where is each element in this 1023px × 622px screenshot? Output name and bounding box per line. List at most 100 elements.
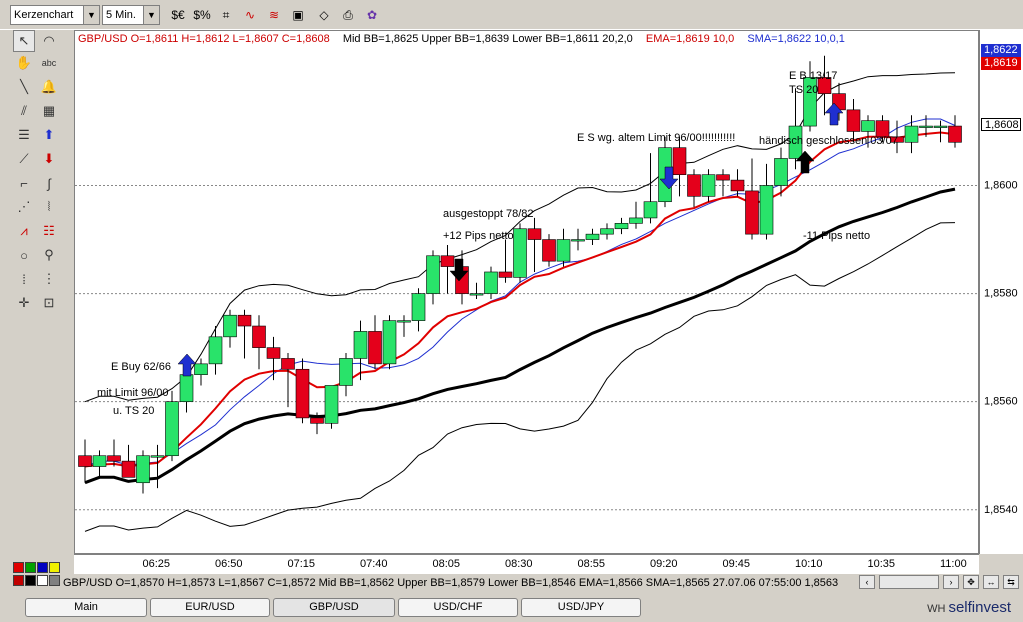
tab-usdjpy[interactable]: USD/JPY [521, 598, 641, 617]
calculator-icon[interactable]: ▦ [38, 100, 60, 122]
layout-icon[interactable]: ◇ [314, 5, 334, 25]
candle-body [368, 331, 382, 365]
color-blue[interactable] [37, 562, 48, 573]
scroll-left-icon[interactable]: ‹ [859, 575, 875, 589]
cursor-icon[interactable]: ↖ [13, 30, 35, 52]
fan-icon[interactable]: ⟋ [13, 148, 35, 170]
circle-icon[interactable]: ○ [13, 244, 35, 266]
candle-body [527, 228, 542, 240]
chevron-down-icon[interactable]: ▼ [143, 6, 159, 24]
chart-type-value: Kerzenchart [14, 9, 74, 21]
print-icon[interactable]: ⎙ [338, 5, 358, 25]
candle-body [179, 374, 194, 402]
status-controls: ‹ › ✥ ↔ ⇆ [859, 575, 1019, 589]
color-rect-icon[interactable]: ☷ [38, 220, 60, 242]
color-darkred[interactable] [13, 575, 24, 586]
tab-usdchf[interactable]: USD/CHF [398, 598, 518, 617]
color-line-icon[interactable]: ⩘ [13, 220, 35, 242]
candle-body [382, 320, 397, 365]
sell-arrow-icon[interactable]: ⬇ [38, 148, 60, 170]
brand-name: selfinvest [948, 599, 1011, 616]
time-tick-label: 10:35 [867, 558, 896, 570]
annotation-pips-loss: -11 Pips netto [803, 230, 870, 242]
zoom-area-icon[interactable]: ⊡ [38, 292, 60, 314]
color-red[interactable] [13, 562, 24, 573]
color-gray[interactable] [49, 575, 60, 586]
candle-body [585, 233, 600, 240]
color-yellow[interactable] [49, 562, 60, 573]
candle-body [136, 455, 150, 484]
price-tick-label: 1,8540 [984, 504, 1018, 516]
time-tick-label: 11:00 [940, 558, 967, 570]
shrink-icon[interactable]: ⇆ [1003, 575, 1019, 589]
candle-body [904, 125, 919, 143]
settings-icon[interactable]: ✿ [362, 5, 382, 25]
candle-body [745, 190, 759, 235]
color-green[interactable] [25, 562, 36, 573]
annotation-manual-close: händisch geschlossen 03/07 [759, 135, 898, 147]
step-icon[interactable]: ⌐ [13, 172, 35, 194]
magnifier-icon[interactable]: ⚲ [38, 244, 60, 266]
currency-icon[interactable]: $€ [168, 5, 188, 25]
cycle-icon[interactable]: ⦚ [38, 196, 60, 218]
annotation-stopped-out: ausgestoppt 78/82 [443, 208, 534, 220]
time-tick-label: 08:05 [432, 558, 461, 570]
currency-percent-icon[interactable]: $% [192, 5, 212, 25]
grid-icon[interactable]: ⌗ [216, 5, 236, 25]
chart-panel[interactable]: GBP/USD O=1,8611 H=1,8612 L=1,8607 C=1,8… [74, 30, 979, 554]
candle-body [614, 223, 629, 230]
zoom-icon[interactable]: ◠ [38, 30, 60, 52]
candle-body [121, 460, 136, 478]
move-icon[interactable]: ✥ [963, 575, 979, 589]
chevron-down-icon[interactable]: ▼ [83, 6, 99, 24]
annotation-buy-entry: E Buy 62/66 [111, 361, 171, 373]
annotation-buy-ts: u. TS 20 [113, 405, 154, 417]
candle-body [687, 174, 701, 197]
scrollbar[interactable] [879, 575, 939, 589]
sma-line [84, 118, 956, 467]
candle-body [411, 293, 426, 321]
candle-body [513, 228, 527, 278]
interval-select[interactable]: 5 Min. ▼ [102, 5, 160, 25]
tab-main[interactable]: Main [25, 598, 147, 617]
trendline-icon[interactable]: ╲ [13, 76, 35, 98]
scroll-right-icon[interactable]: › [943, 575, 959, 589]
status-readout: GBP/USD O=1,8570 H=1,8573 L=1,8567 C=1,8… [63, 577, 839, 589]
wave-icon[interactable]: ∫ [38, 172, 60, 194]
line-chart-icon[interactable]: ≋ [264, 5, 284, 25]
candle-body [397, 320, 411, 323]
hand-icon[interactable]: ✋ [13, 52, 35, 74]
fibonacci-icon[interactable]: ☰ [13, 124, 35, 146]
candle-body [556, 239, 571, 262]
candle-body [600, 228, 614, 235]
color-black[interactable] [25, 575, 36, 586]
annotation-sell-entry: E S wg. altem Limit 96/00!!!!!!!!!!! [577, 132, 735, 144]
candle-body [310, 417, 324, 424]
candlestick-chart: E Buy 62/66 mit Limit 96/00 u. TS 20 ausges… [75, 55, 978, 532]
gann-icon[interactable]: ⋰ [13, 196, 35, 218]
buy-arrow-icon[interactable]: ⬆ [38, 124, 60, 146]
candle-body [92, 455, 107, 467]
alarm-icon[interactable]: 🔔 [38, 76, 60, 98]
chart-window-icon[interactable]: ▣ [288, 5, 308, 25]
price-tick-label: 1,8600 [984, 180, 1018, 192]
color-white[interactable] [37, 575, 48, 586]
candle-body [266, 347, 281, 359]
crosshair-icon[interactable]: ✛ [13, 292, 35, 314]
candle-body [78, 455, 92, 467]
vertical-line-icon[interactable]: ⋮ [38, 268, 60, 290]
time-tick-label: 06:25 [142, 558, 171, 570]
price-axis: 1,8540 1,8560 1,8580 1,8600 1,8622 1,8619 1… [979, 30, 1023, 554]
dotted-grid-icon[interactable]: ⁞ [13, 268, 35, 290]
time-tick-label: 10:10 [795, 558, 823, 570]
chart-type-select[interactable]: Kerzenchart ▼ [10, 5, 100, 25]
tab-gbpusd[interactable]: GBP/USD [273, 598, 395, 617]
tab-eurusd[interactable]: EUR/USD [150, 598, 270, 617]
ema-price-tag: 1,8619 [981, 57, 1021, 70]
indicator-icon[interactable]: ∿ [240, 5, 260, 25]
candle-body [571, 239, 585, 242]
ema-line [84, 131, 956, 468]
expand-icon[interactable]: ↔ [983, 575, 999, 589]
text-icon[interactable]: abc [38, 52, 60, 74]
channel-icon[interactable]: ⫽ [13, 100, 35, 122]
